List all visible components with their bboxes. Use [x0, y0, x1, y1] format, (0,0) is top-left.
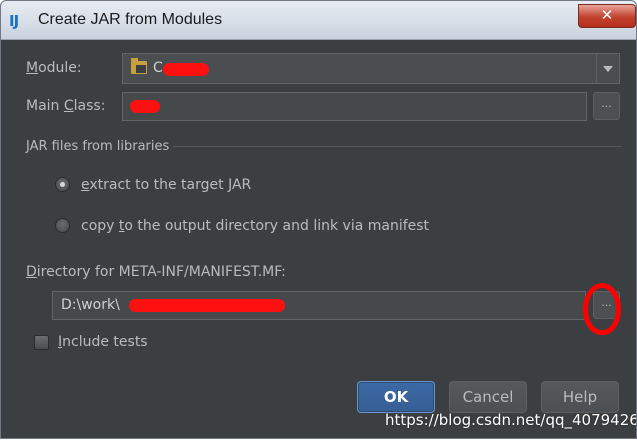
module-value: C: [153, 60, 163, 76]
title-bar[interactable]: IJ Create JAR from Modules ✕: [1, 1, 636, 40]
radio-selected-dot: [60, 182, 65, 187]
main-class-input[interactable]: [122, 92, 587, 121]
include-tests-label[interactable]: Include tests: [58, 334, 148, 350]
annotation-circle: [583, 283, 621, 335]
dialog-title: Create JAR from Modules: [38, 11, 223, 28]
create-jar-dialog: IJ Create JAR from Modules ✕ Module: C M…: [0, 0, 637, 439]
manifest-directory-input[interactable]: D:\work\: [52, 291, 586, 320]
manifest-directory-label: Directory for META-INF/MANIFEST.MF:: [26, 264, 286, 280]
help-button[interactable]: Help: [541, 381, 619, 413]
extract-option-label[interactable]: extract to the target JAR: [81, 177, 251, 193]
cancel-button[interactable]: Cancel: [449, 381, 527, 413]
dialog-content: Module: C Main Class: ... JAR files from…: [1, 40, 636, 438]
dropdown-divider: [596, 54, 597, 83]
include-tests-checkbox[interactable]: [34, 335, 49, 350]
ok-button[interactable]: OK: [357, 381, 435, 413]
redaction-mark: [130, 100, 160, 113]
redaction-mark: [163, 63, 209, 76]
module-label: Module:: [26, 60, 82, 76]
copy-radio[interactable]: [55, 218, 70, 233]
jar-files-heading: JAR files from libraries: [26, 139, 170, 154]
manifest-directory-value: D:\work\: [61, 297, 120, 313]
section-separator: [173, 146, 621, 147]
close-icon: ✕: [600, 6, 614, 24]
extract-radio[interactable]: [55, 177, 70, 192]
chevron-down-icon[interactable]: [603, 66, 613, 72]
intellij-icon: IJ: [9, 12, 19, 30]
close-button[interactable]: ✕: [578, 4, 636, 28]
copy-option-label[interactable]: copy to the output directory and link vi…: [81, 218, 429, 234]
module-folder-icon: [131, 58, 147, 74]
redaction-mark: [129, 299, 285, 312]
watermark-url: https://blog.csdn.net/qq_40794266: [385, 411, 637, 429]
main-class-browse-button[interactable]: ...: [593, 92, 620, 120]
module-combobox[interactable]: C: [122, 53, 620, 84]
main-class-label: Main Class:: [26, 98, 106, 114]
